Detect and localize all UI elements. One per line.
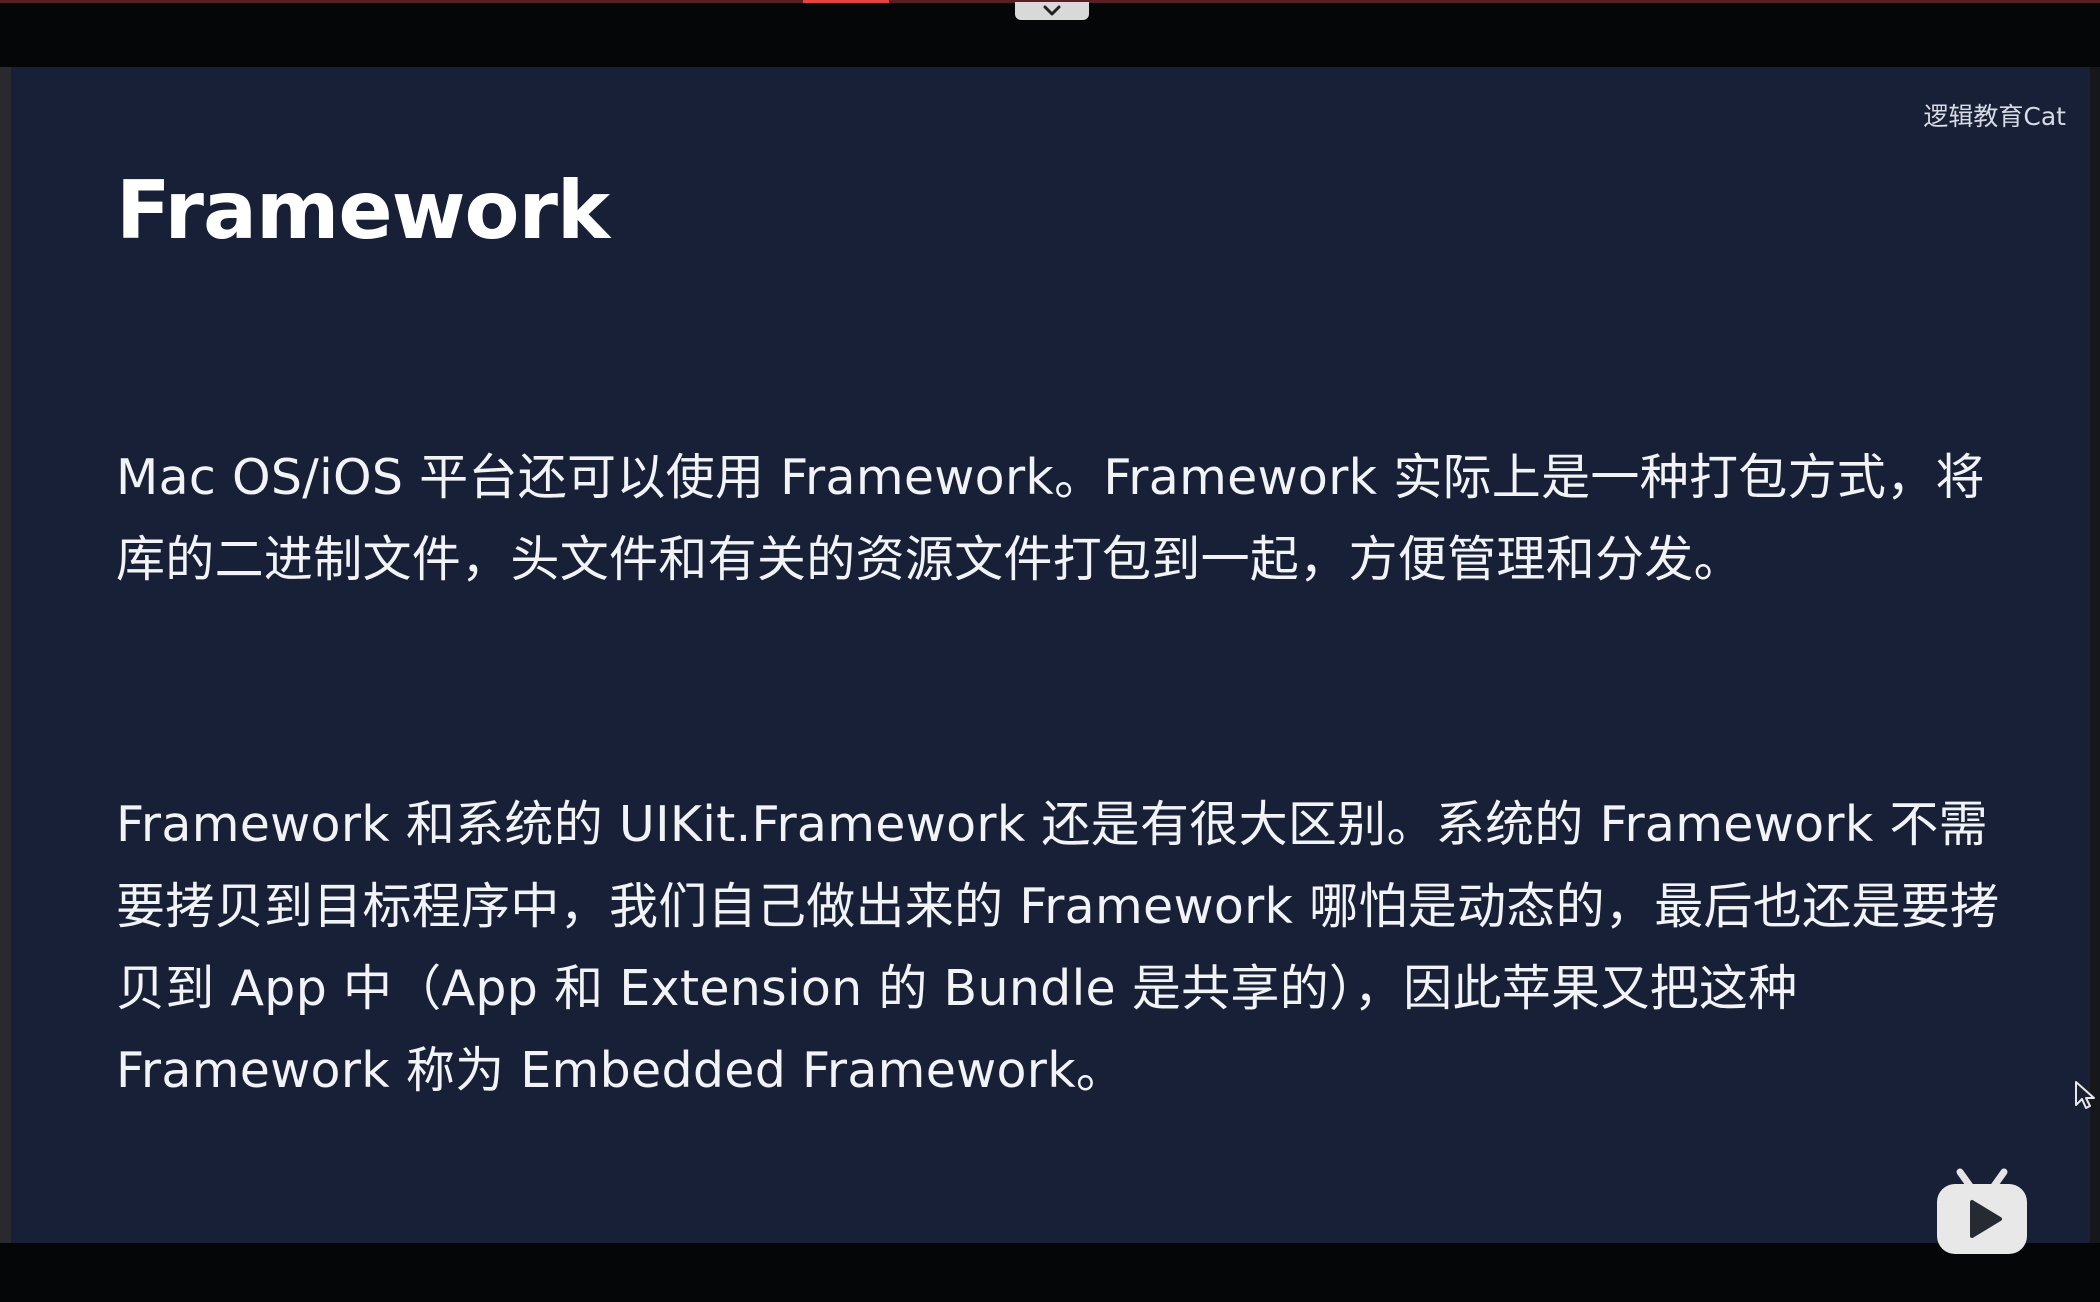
slide-title: Framework <box>116 164 610 257</box>
slide-paragraph-2: Framework 和系统的 UIKit.Framework 还是有很大区别。系… <box>116 796 2000 1099</box>
presentation-slide: 逻辑教育Cat Framework Mac OS/iOS 平台还可以使用 Fra… <box>11 67 2090 1243</box>
window-left-edge <box>0 0 11 1302</box>
chevron-down-icon <box>1043 5 1061 16</box>
mouse-pointer-icon <box>2075 1081 2095 1109</box>
progress-indicator <box>803 0 889 3</box>
slide-paragraph-1: Mac OS/iOS 平台还可以使用 Framework。Framework 实… <box>116 449 1985 588</box>
collapse-toolbar-button[interactable] <box>1015 2 1089 20</box>
watermark: 逻辑教育Cat <box>1923 102 2066 131</box>
bilibili-play-icon[interactable] <box>1934 1166 2030 1258</box>
bottom-letterbox-bar <box>0 1243 2100 1302</box>
